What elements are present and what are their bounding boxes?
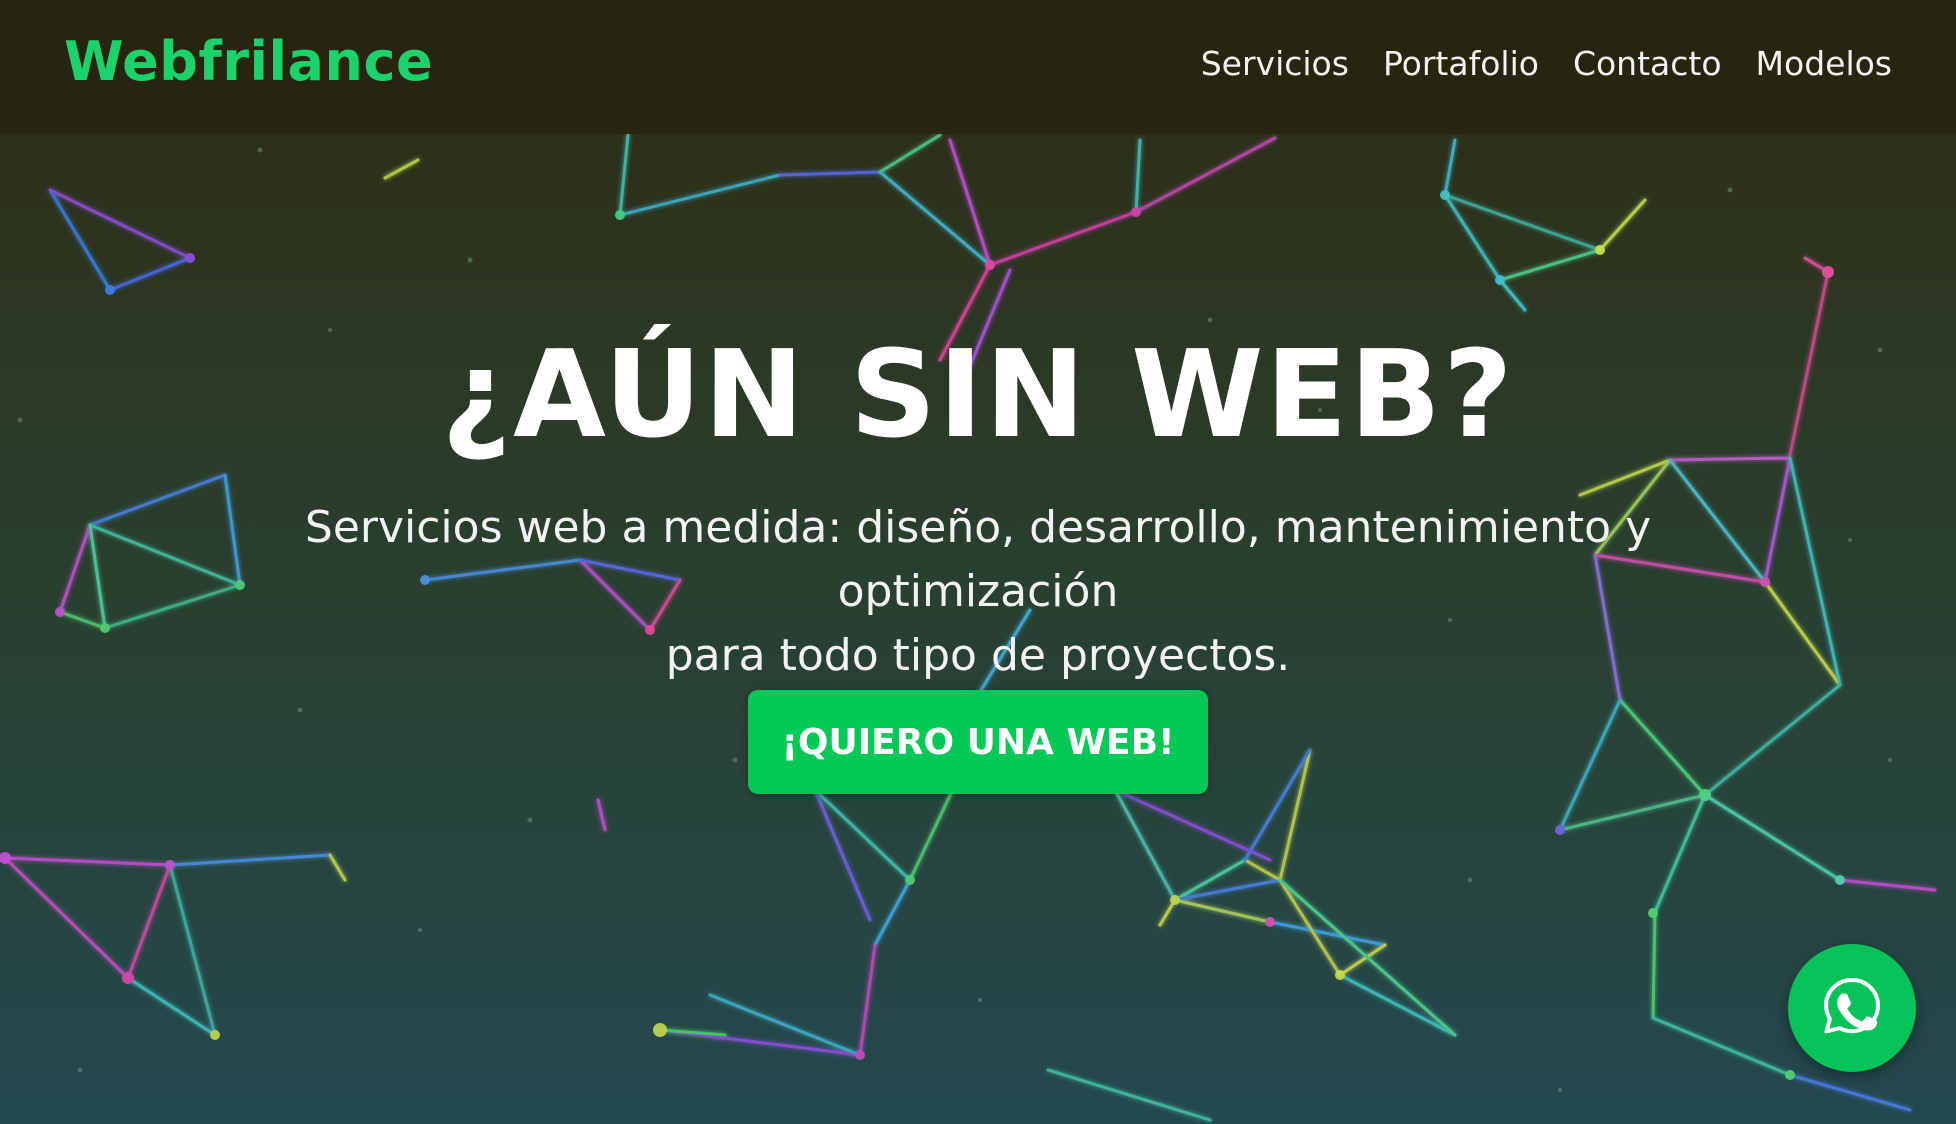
hero-subtitle-line-2: para todo tipo de proyectos. bbox=[665, 630, 1291, 681]
nav-link-portafolio[interactable]: Portafolio bbox=[1383, 44, 1539, 83]
hero-subtitle-line-1: Servicios web a medida: diseño, desarrol… bbox=[304, 502, 1652, 617]
nav-menu: Servicios Portafolio Contacto Modelos bbox=[1201, 44, 1892, 83]
cta-quiero-web-button[interactable]: ¡QUIERO UNA WEB! bbox=[748, 690, 1208, 794]
site-logo[interactable]: Webfrilance bbox=[64, 30, 433, 93]
nav-link-servicios[interactable]: Servicios bbox=[1201, 44, 1349, 83]
hero-subtitle: Servicios web a medida: diseño, desarrol… bbox=[170, 496, 1786, 688]
landing-page: Webfrilance Servicios Portafolio Contact… bbox=[0, 0, 1956, 1124]
nav-link-contacto[interactable]: Contacto bbox=[1573, 44, 1722, 83]
top-navbar: Webfrilance Servicios Portafolio Contact… bbox=[0, 0, 1956, 134]
nav-link-modelos[interactable]: Modelos bbox=[1756, 44, 1892, 83]
whatsapp-float-button[interactable] bbox=[1788, 944, 1916, 1072]
hero-title: ¿AÚN SIN WEB? bbox=[441, 326, 1515, 465]
whatsapp-icon bbox=[1820, 974, 1884, 1042]
